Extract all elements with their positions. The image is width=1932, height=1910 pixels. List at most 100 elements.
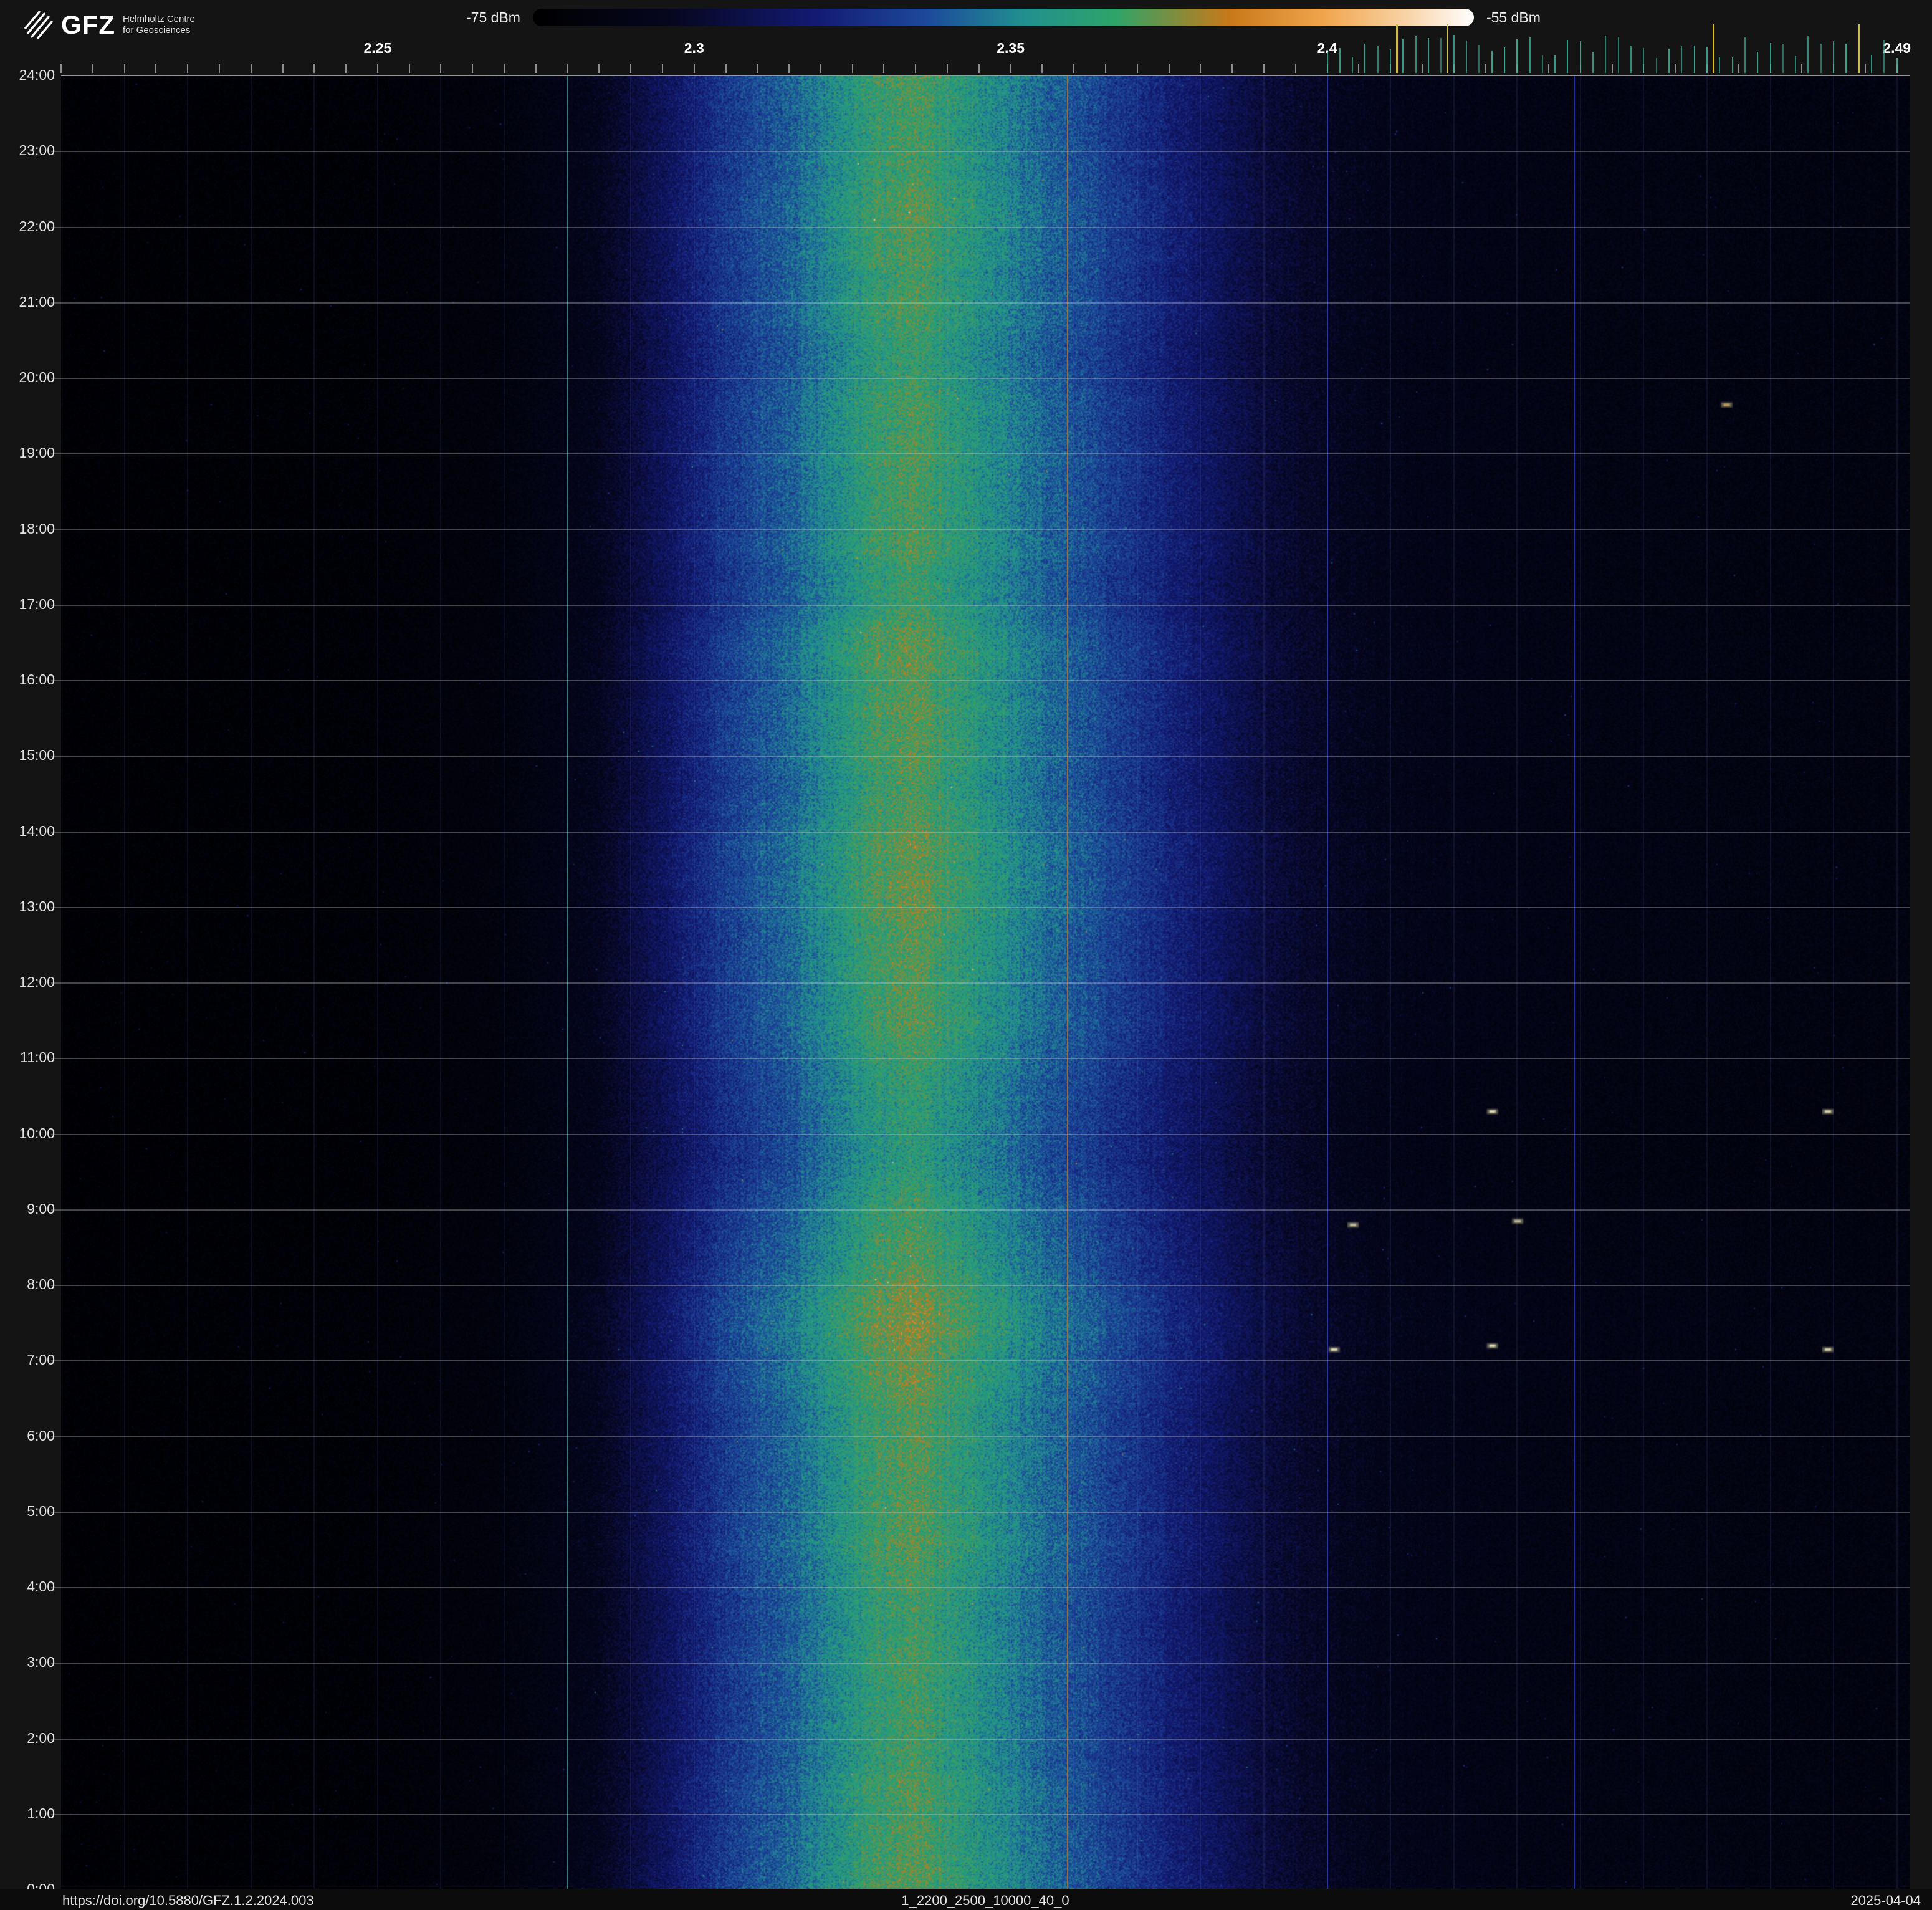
- axis-tick: [1377, 46, 1379, 73]
- axis-tick: [1801, 64, 1802, 73]
- axis-tick: [1415, 36, 1417, 73]
- axis-tick: [1713, 24, 1714, 73]
- axis-tick: [251, 64, 252, 73]
- time-tick-label: 2:00: [0, 1730, 55, 1746]
- time-tick-label: 23:00: [0, 142, 55, 158]
- axis-tick: [1795, 56, 1796, 73]
- time-tick-label: 6:00: [0, 1428, 55, 1444]
- axis-tick: [1339, 48, 1341, 73]
- freq-tick-label: 2.49: [1883, 40, 1911, 57]
- axis-tick: [1073, 64, 1074, 73]
- header: GFZ Helmholtz Centre for Geosciences -75…: [0, 0, 1932, 75]
- axis-tick: [1871, 55, 1872, 73]
- axis-tick: [1358, 64, 1359, 73]
- axis-tick: [1612, 64, 1613, 73]
- axis-tick: [1567, 40, 1568, 73]
- colorbar: [533, 9, 1474, 26]
- time-tick-label: 17:00: [0, 596, 55, 612]
- colorbar-max-label: -55 dBm: [1486, 9, 1541, 26]
- axis-tick: [1820, 44, 1822, 73]
- time-tick-label: 10:00: [0, 1125, 55, 1141]
- spectrogram-plot: [61, 75, 1910, 1890]
- time-tick-label: 16:00: [0, 671, 55, 688]
- axis-tick: [1478, 45, 1480, 73]
- axis-tick: [852, 64, 853, 73]
- axis-tick: [1263, 64, 1265, 73]
- axis-tick: [60, 64, 62, 73]
- axis-tick: [1738, 64, 1739, 73]
- axis-tick: [598, 64, 600, 73]
- axis-tick: [1041, 64, 1043, 73]
- colorbar-min-label: -75 dBm: [466, 9, 520, 26]
- axis-tick: [1428, 38, 1429, 73]
- axis-tick: [757, 64, 758, 73]
- axis-tick: [1592, 52, 1594, 73]
- axis-tick: [1402, 39, 1404, 73]
- time-tick-label: 13:00: [0, 898, 55, 914]
- axis-tick: [1529, 37, 1531, 73]
- spectrogram-canvas: [61, 76, 1910, 1890]
- axis-tick: [1295, 64, 1296, 73]
- axis-tick: [915, 64, 916, 73]
- axis-tick: [1440, 38, 1442, 73]
- axis-tick: [1364, 44, 1365, 73]
- axis-tick: [1447, 24, 1448, 73]
- axis-tick: [124, 64, 125, 73]
- axis-tick: [1618, 37, 1619, 73]
- time-tick-label: 8:00: [0, 1276, 55, 1292]
- axis-tick: [1732, 57, 1733, 73]
- logo-subtitle-line2: for Geosciences: [123, 25, 195, 36]
- axis-tick: [1516, 39, 1518, 73]
- axis-tick: [1390, 49, 1391, 73]
- axis-tick: [1231, 64, 1233, 73]
- axis-tick: [1200, 64, 1201, 73]
- axis-tick: [1656, 58, 1657, 73]
- time-tick-label: 21:00: [0, 294, 55, 310]
- axis-tick: [1485, 64, 1486, 73]
- axis-tick: [1352, 57, 1353, 73]
- axis-tick: [1169, 64, 1170, 73]
- date-label: 2025-04-04: [1850, 1893, 1921, 1909]
- axis-tick: [1883, 40, 1885, 73]
- footer: https://doi.org/10.5880/GFZ.1.2.2024.003…: [0, 1889, 1932, 1910]
- axis-tick: [1865, 64, 1866, 73]
- axis-tick: [567, 64, 568, 73]
- time-tick-label: 18:00: [0, 521, 55, 537]
- axis-tick: [1643, 48, 1644, 73]
- axis-tick: [282, 64, 284, 73]
- axis-tick: [1744, 37, 1746, 73]
- axis-tick: [1010, 64, 1011, 73]
- axis-tick: [1396, 24, 1398, 73]
- axis-tick: [1453, 35, 1455, 73]
- axis-tick: [1668, 49, 1670, 73]
- axis-tick: [1137, 64, 1138, 73]
- axis-tick: [694, 64, 695, 73]
- axis-tick: [1580, 41, 1581, 73]
- axis-tick: [1327, 52, 1328, 73]
- axis-tick: [820, 64, 821, 73]
- axis-tick: [377, 64, 378, 73]
- axis-tick: [1504, 47, 1505, 73]
- axis-tick: [1542, 55, 1543, 73]
- axis-tick: [92, 64, 93, 73]
- axis-tick: [1807, 36, 1809, 73]
- axis-tick: [1422, 64, 1423, 73]
- freq-tick-label: 2.25: [363, 40, 391, 57]
- axis-tick: [1548, 64, 1549, 73]
- logo-subtitle-line1: Helmholtz Centre: [123, 14, 195, 25]
- axis-tick: [345, 64, 347, 73]
- doi-link[interactable]: https://doi.org/10.5880/GFZ.1.2.2024.003: [62, 1893, 314, 1909]
- colorbar-group: -75 dBm -55 dBm: [466, 9, 1541, 26]
- axis-tick: [725, 64, 727, 73]
- axis-tick: [155, 64, 156, 73]
- axis-tick: [504, 64, 505, 73]
- time-tick-label: 14:00: [0, 823, 55, 839]
- axis-tick: [947, 64, 948, 73]
- axis-tick: [1782, 44, 1784, 73]
- time-tick-label: 24:00: [0, 67, 55, 83]
- time-tick-label: 7:00: [0, 1351, 55, 1368]
- axis-tick: [535, 64, 537, 73]
- axis-tick: [662, 64, 663, 73]
- axis-tick: [1681, 46, 1682, 73]
- axis-tick: [1105, 64, 1106, 73]
